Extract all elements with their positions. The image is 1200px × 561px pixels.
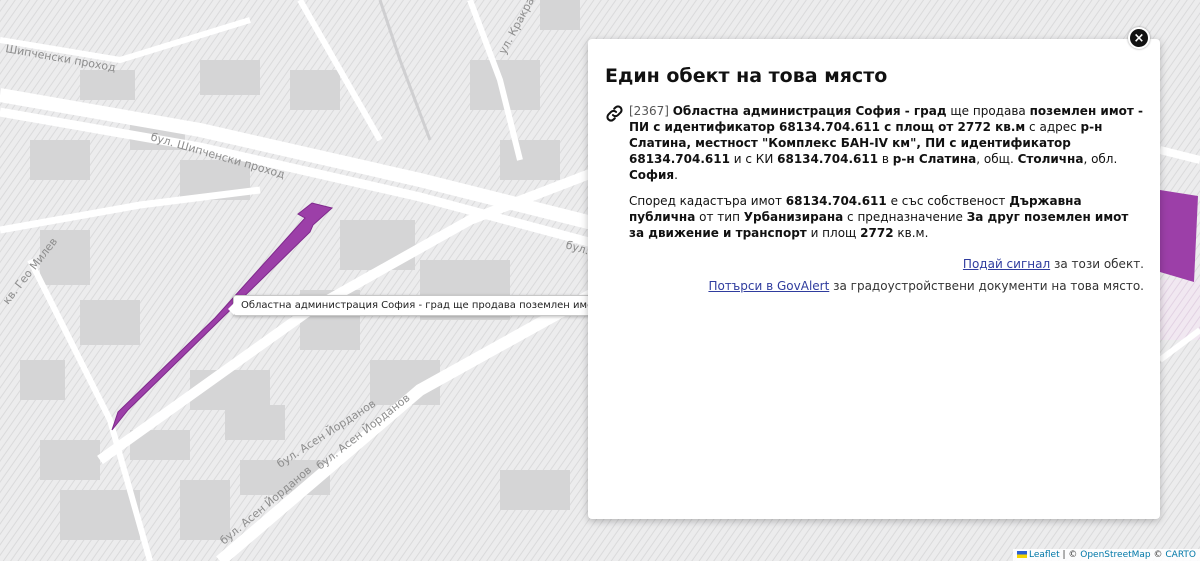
object-summary: [2367] Областна администрация София - гр… [629, 104, 1143, 182]
object-id: [2367] [629, 104, 669, 118]
openstreetmap-link[interactable]: OpenStreetMap [1080, 550, 1150, 560]
link-icon[interactable] [605, 103, 629, 251]
parcel-tooltip: Областна администрация София - град ще п… [227, 295, 608, 316]
govalert-link[interactable]: Потърси в GovAlert [708, 279, 829, 293]
map-attribution: Leaflet | © OpenStreetMap © CARTO [1012, 549, 1200, 561]
organisation-name: Областна администрация София - град [672, 104, 947, 118]
leaflet-link[interactable]: Leaflet [1029, 550, 1060, 560]
info-panel: × Един обект на това място [2367] Област… [588, 27, 1160, 519]
govalert-line: Потърси в GovAlert за градоустройствени … [708, 279, 1144, 293]
highlighted-parcel[interactable] [1160, 190, 1198, 282]
close-button[interactable]: × [1128, 27, 1150, 49]
report-link[interactable]: Подай сигнал [963, 257, 1050, 271]
carto-link[interactable]: CARTO [1165, 550, 1196, 560]
ukraine-flag-icon [1016, 551, 1027, 558]
report-line: Подай сигнал за този обект. [962, 257, 1144, 271]
panel-title: Един обект на това място [605, 65, 888, 87]
object-entry: [2367] Областна администрация София - гр… [605, 103, 1144, 251]
cadastre-info: Според кадастъра имот 68134.704.611 е съ… [629, 194, 1129, 240]
object-description: [2367] Областна администрация София - гр… [629, 103, 1144, 251]
